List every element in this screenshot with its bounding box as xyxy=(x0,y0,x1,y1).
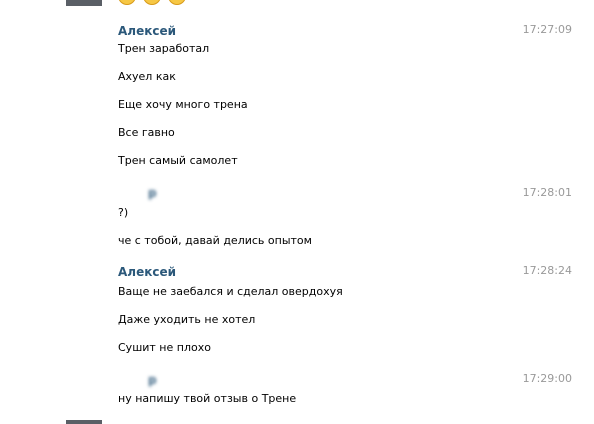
message-author[interactable]: р xyxy=(148,186,157,200)
message-text: Еще хочу много трена xyxy=(118,98,248,111)
smile-emoji-icon xyxy=(143,0,161,5)
message-author[interactable]: Алексей xyxy=(118,265,176,279)
smile-emoji-icon xyxy=(118,0,136,5)
smile-emoji-icon xyxy=(168,0,186,5)
message-text: ну напишу твой отзыв о Трене xyxy=(118,392,297,405)
message-text: Трен заработал xyxy=(118,42,210,55)
message-author[interactable]: р xyxy=(148,373,157,387)
message-timestamp[interactable]: 17:27:09 xyxy=(523,23,572,37)
message-text: Все гавно xyxy=(118,126,175,139)
message-author[interactable]: Алексей xyxy=(118,24,176,38)
message-text: ?) xyxy=(118,206,129,219)
message-timestamp[interactable]: 17:29:00 xyxy=(523,372,572,386)
avatar[interactable] xyxy=(66,420,102,424)
message-text: че с тобой, давай делись опытом xyxy=(118,234,312,247)
chat-history: Алексей 17:27:09 Трен заработал Ахуел ка… xyxy=(0,0,594,424)
message-text: Даже уходить не хотел xyxy=(118,313,256,326)
message-text: Сушит не плохо xyxy=(118,341,211,354)
avatar[interactable] xyxy=(66,0,102,6)
message-text: Ваще не заебался и сделал овердохуя xyxy=(118,285,343,298)
message-timestamp[interactable]: 17:28:01 xyxy=(523,186,572,200)
message-text: Ахуел как xyxy=(118,70,176,83)
message-text: Трен самый самолет xyxy=(118,154,238,167)
message-timestamp[interactable]: 17:28:24 xyxy=(523,264,572,278)
